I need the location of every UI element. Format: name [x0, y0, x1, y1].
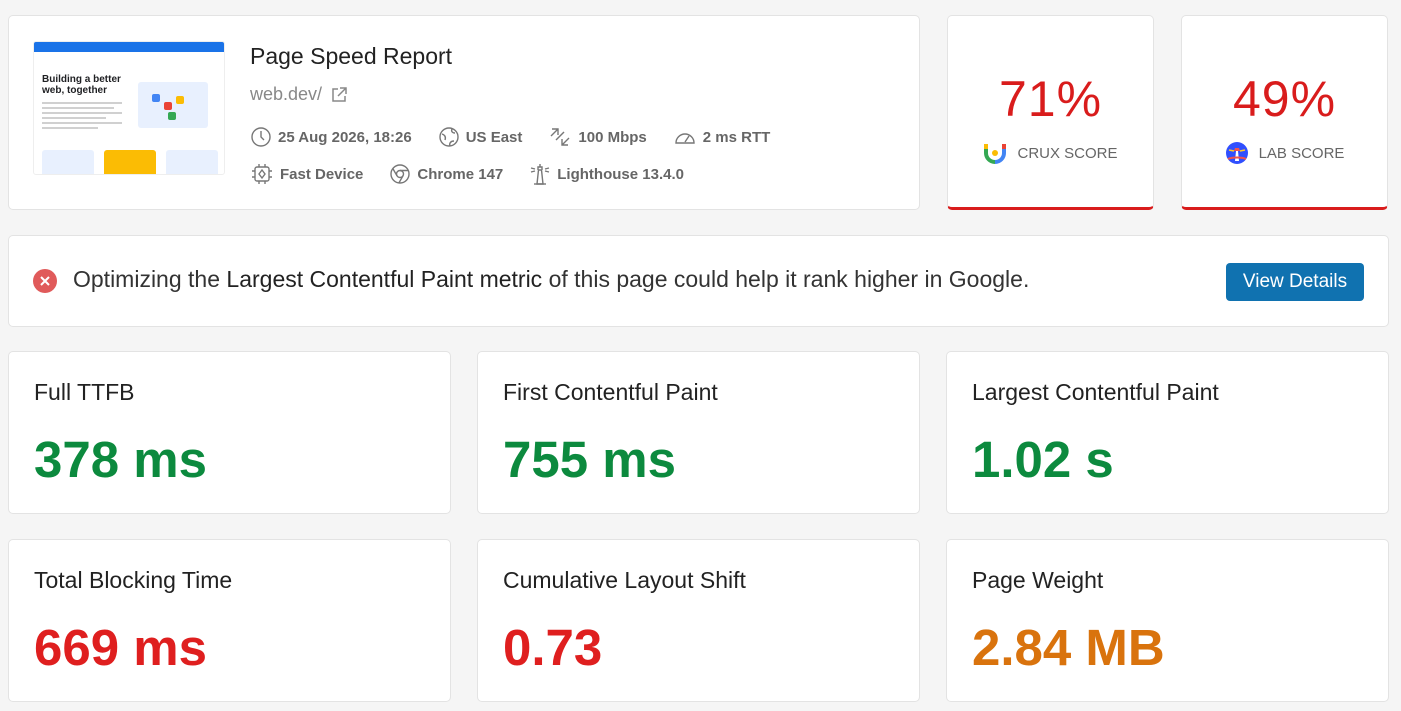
page-info-card: Building a better web, together Page Spe… [8, 15, 920, 210]
meta-date: 25 Aug 2026, 18:26 [250, 126, 412, 148]
cpu-chip-icon [252, 164, 272, 184]
lab-score-label-row: LAB SCORE [1182, 141, 1387, 165]
meta-device: Fast Device [250, 162, 363, 186]
lighthouse-icon [531, 164, 550, 185]
metric-value: 669 ms [34, 619, 207, 676]
thumbnail-tile [166, 150, 218, 174]
lab-score-value: 49% [1232, 71, 1337, 127]
metric-label: Page Weight [972, 567, 1104, 593]
gauge-icon [675, 133, 695, 144]
meta-bandwidth: 100 Mbps [548, 126, 647, 148]
metric-card-tbt[interactable]: Total Blocking Time 669 ms [8, 539, 451, 702]
thumbnail-tile [104, 150, 156, 174]
metric-label: Largest Contentful Paint [972, 379, 1219, 405]
test-settings-row-2: Fast Device Chrome 147 Lighthouse 13.4.0 [250, 162, 710, 186]
page-url-link[interactable]: web.dev/ [250, 84, 348, 105]
globe-icon [439, 127, 459, 147]
network-arrows-icon [550, 128, 570, 146]
metric-value: 378 ms [34, 431, 207, 488]
external-link-icon [332, 86, 347, 102]
metric-value: 755 ms [503, 431, 676, 488]
thumbnail-text-lines [42, 102, 122, 132]
metric-value: 0.73 [503, 619, 603, 676]
metric-card-fcp[interactable]: First Contentful Paint 755 ms [477, 351, 920, 514]
metric-card-cls[interactable]: Cumulative Layout Shift 0.73 [477, 539, 920, 702]
thumbnail-tile [42, 150, 94, 174]
lab-score-label: LAB SCORE [1258, 144, 1345, 162]
meta-rtt: 2 ms RTT [673, 126, 771, 148]
crux-score-card[interactable]: 71% CRUX SCORE [947, 15, 1154, 210]
test-settings-row-1: 25 Aug 2026, 18:26 US East 100 Mbps 2 ms… [250, 126, 796, 148]
alert-suffix: of this page could help it rank higher i… [542, 266, 1030, 292]
metric-card-full-ttfb[interactable]: Full TTFB 378 ms [8, 351, 451, 514]
crux-logo-icon [984, 144, 1007, 164]
error-x-icon [33, 269, 57, 293]
clock-icon [251, 127, 271, 147]
metric-label: First Contentful Paint [503, 379, 718, 405]
crux-score-value: 71% [998, 71, 1103, 127]
meta-location-text: US East [465, 128, 523, 146]
meta-lighthouse: Lighthouse 13.4.0 [529, 162, 684, 186]
thumbnail-hero-illustration [138, 82, 208, 128]
meta-lighthouse-text: Lighthouse 13.4.0 [557, 165, 684, 183]
meta-device-text: Fast Device [280, 165, 364, 183]
meta-date-text: 25 Aug 2026, 18:26 [278, 128, 412, 146]
page-screenshot-thumbnail[interactable]: Building a better web, together [33, 41, 225, 175]
page-url-text: web.dev/ [250, 84, 323, 104]
metric-value: 1.02 s [972, 431, 1114, 488]
alert-prefix: Optimizing the [73, 266, 227, 292]
thumbnail-headline: Building a better web, together [42, 74, 121, 96]
meta-browser: Chrome 147 [389, 163, 503, 185]
meta-bandwidth-text: 100 Mbps [578, 128, 647, 146]
recommendation-alert: Optimizing the Largest Contentful Paint … [8, 235, 1389, 327]
thumbnail-topbar [34, 42, 224, 52]
meta-browser-text: Chrome 147 [417, 165, 504, 183]
lighthouse-logo-icon [1225, 142, 1248, 164]
crux-score-label: CRUX SCORE [1017, 144, 1118, 162]
alert-message: Optimizing the Largest Contentful Paint … [73, 266, 1029, 293]
metric-label: Full TTFB [34, 379, 135, 405]
page-title: Page Speed Report [250, 43, 453, 69]
chrome-icon [390, 164, 411, 184]
view-details-button[interactable]: View Details [1226, 263, 1364, 301]
meta-rtt-text: 2 ms RTT [702, 128, 771, 146]
lab-score-card[interactable]: 49% LAB SCORE [1181, 15, 1388, 210]
metric-label: Cumulative Layout Shift [503, 567, 746, 593]
meta-location: US East [438, 126, 523, 148]
metric-card-lcp[interactable]: Largest Contentful Paint 1.02 s [946, 351, 1389, 514]
alert-metric-emphasis: Largest Contentful Paint metric [226, 266, 543, 292]
crux-score-label-row: CRUX SCORE [948, 141, 1153, 165]
metric-label: Total Blocking Time [34, 567, 233, 593]
metric-card-page-weight[interactable]: Page Weight 2.84 MB [946, 539, 1389, 702]
metric-value: 2.84 MB [972, 619, 1165, 676]
